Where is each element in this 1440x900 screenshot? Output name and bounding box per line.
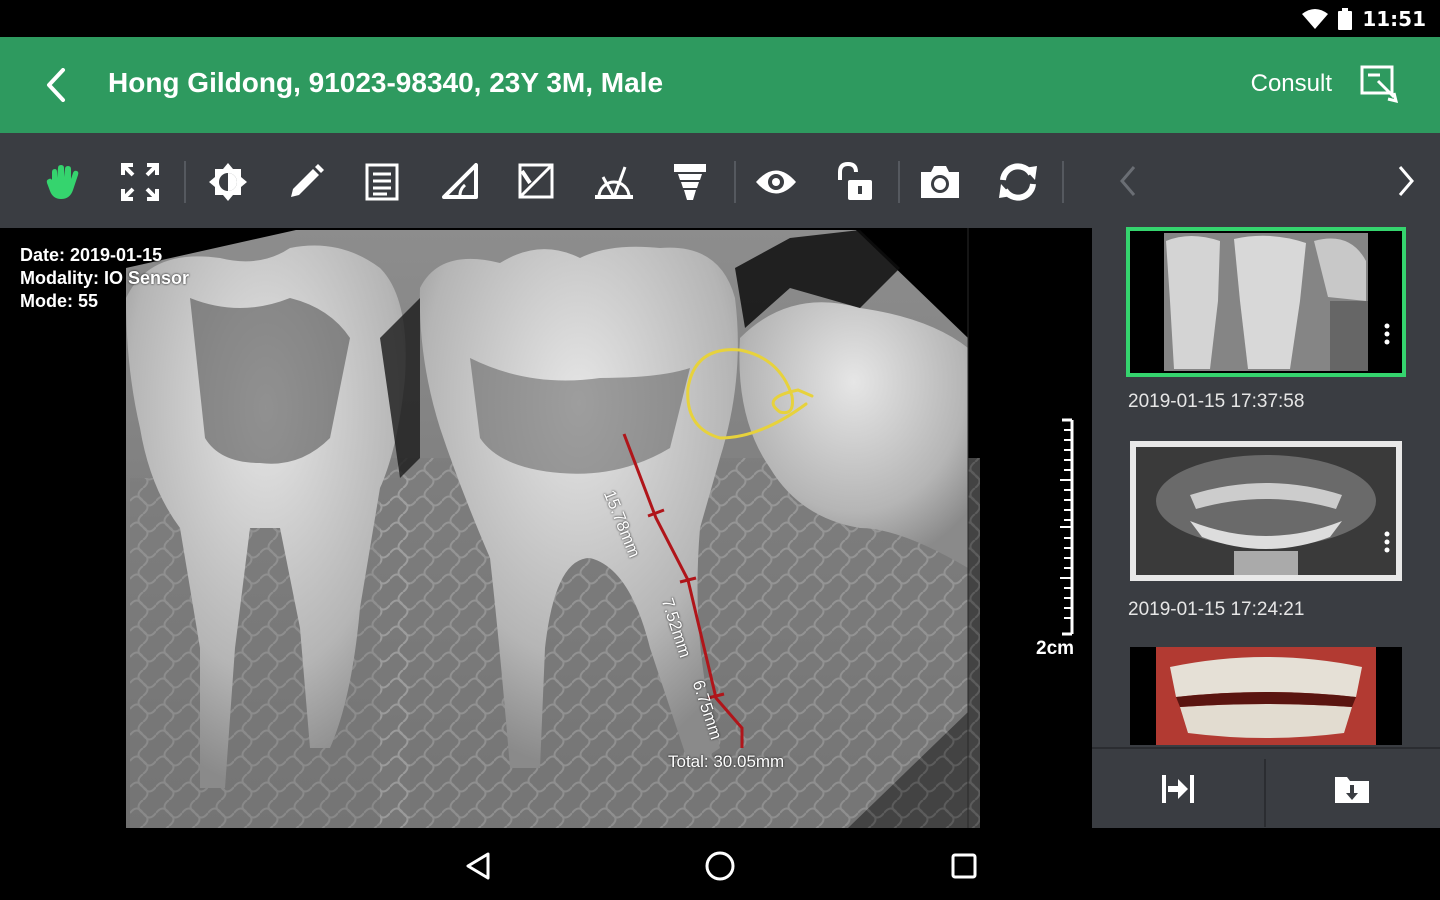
status-time: 11:51 — [1362, 7, 1426, 31]
implant-button[interactable] — [666, 158, 714, 206]
intraoral-photo-thumbnail — [1130, 647, 1402, 745]
angle-icon — [442, 163, 478, 199]
image-history-panel: 2019-01-15 17:37:58 2019-01-15 17:24:21 — [1092, 133, 1440, 828]
consult-button[interactable]: Consult — [1251, 70, 1332, 98]
status-indicators: 11:51 — [1302, 6, 1426, 32]
brightness-contrast-icon — [209, 163, 247, 201]
panel-actions — [1092, 747, 1440, 828]
toolbar-divider — [734, 161, 736, 203]
cobb-angle-button[interactable] — [512, 158, 560, 206]
notes-icon — [365, 163, 399, 201]
import-button[interactable] — [1092, 749, 1264, 828]
home-circle-icon — [705, 851, 735, 881]
image-viewer[interactable]: Date: 2019-01-15 Modality: IO Sensor Mod… — [0, 228, 1092, 828]
image-date: Date: 2019-01-15 — [20, 245, 163, 265]
notes-button[interactable] — [358, 158, 406, 206]
image-mode: Mode: 55 — [20, 291, 99, 311]
system-back-button[interactable] — [456, 844, 500, 888]
toolbar-divider — [184, 161, 186, 203]
scale-label: 2cm — [1036, 638, 1075, 659]
visibility-button[interactable] — [752, 158, 800, 206]
reset-button[interactable] — [994, 158, 1042, 206]
back-button[interactable] — [32, 61, 80, 109]
more-options-icon[interactable] — [1384, 323, 1390, 345]
chevron-left-icon — [1120, 166, 1136, 196]
measurement-total: Total: 30.05mm — [668, 752, 785, 771]
battery-icon — [1338, 8, 1353, 30]
pencil-icon — [291, 164, 324, 197]
system-recents-button[interactable] — [942, 844, 986, 888]
xray-thumbnail — [1130, 231, 1402, 373]
draw-button[interactable] — [282, 158, 330, 206]
status-bar: 11:51 — [0, 0, 1440, 37]
protractor-button[interactable] — [590, 158, 638, 206]
system-home-button[interactable] — [698, 844, 742, 888]
back-arrow-icon — [47, 68, 65, 102]
viewer-toolbar — [0, 133, 1092, 228]
image-modality: Modality: IO Sensor — [20, 268, 190, 288]
thumbnail-item[interactable] — [1130, 647, 1402, 745]
xray-image — [126, 228, 1074, 828]
chevron-right-icon — [1398, 166, 1414, 196]
cobb-angle-icon — [518, 163, 554, 199]
eye-icon — [756, 170, 796, 194]
fit-screen-icon — [121, 163, 159, 201]
thumbnail-date: 2019-01-15 17:37:58 — [1128, 391, 1305, 412]
pan-hand-icon — [46, 165, 79, 199]
unlock-button[interactable] — [830, 158, 878, 206]
wifi-icon — [1302, 9, 1329, 29]
back-triangle-icon — [466, 852, 490, 880]
more-options-icon[interactable] — [1384, 531, 1390, 553]
panoramic-thumbnail — [1130, 441, 1402, 581]
toolbar-divider — [898, 161, 900, 203]
patient-title: Hong Gildong, 91023-98340, 23Y 3M, Male — [108, 67, 664, 98]
pan-tool-button[interactable] — [40, 158, 88, 206]
camera-icon — [921, 166, 959, 198]
scale-ruler — [1060, 418, 1074, 636]
save-to-folder-button[interactable] — [1266, 749, 1438, 828]
brightness-button[interactable] — [204, 158, 252, 206]
thumbnail-item[interactable] — [1130, 441, 1402, 581]
refresh-icon — [999, 163, 1037, 201]
capture-button[interactable] — [916, 158, 964, 206]
fit-screen-button[interactable] — [116, 158, 164, 206]
protractor-icon — [595, 166, 633, 199]
next-button[interactable] — [1386, 161, 1426, 201]
consult-icon[interactable] — [1358, 63, 1402, 107]
angle-button[interactable] — [436, 158, 484, 206]
toolbar-divider — [1062, 161, 1064, 203]
unlock-icon — [838, 162, 872, 200]
previous-button[interactable] — [1108, 161, 1148, 201]
thumbnail-date: 2019-01-15 17:24:21 — [1128, 599, 1305, 620]
thumbnail-item[interactable] — [1126, 227, 1406, 377]
recents-square-icon — [951, 853, 977, 879]
system-nav-bar — [0, 828, 1440, 900]
folder-download-icon — [1335, 776, 1369, 803]
image-info-overlay: Date: 2019-01-15 Modality: IO Sensor Mod… — [20, 244, 189, 313]
implant-icon — [674, 164, 706, 200]
app-header: Hong Gildong, 91023-98340, 23Y 3M, Male … — [0, 37, 1440, 133]
import-arrow-icon — [1162, 774, 1194, 803]
